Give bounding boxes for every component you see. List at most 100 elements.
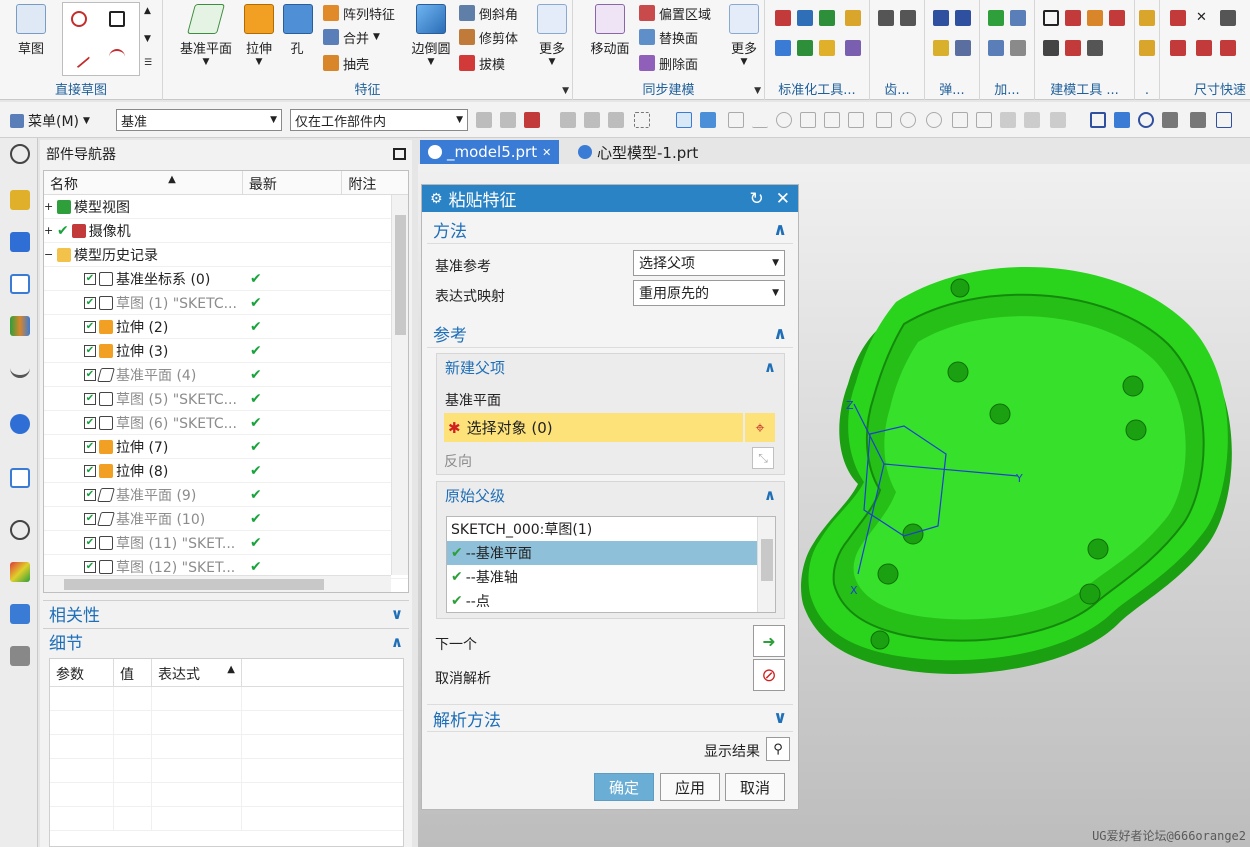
scroll-thumb[interactable] xyxy=(761,539,773,581)
tree-row-feature[interactable]: ✔ 基准平面 (4) ✔ xyxy=(44,363,408,387)
close-x-icon[interactable]: ✕ xyxy=(1196,10,1212,26)
visibility-checkbox[interactable]: ✔ xyxy=(84,416,96,429)
expr-map-select[interactable]: 重用原先的 ▼ xyxy=(633,280,785,306)
cancel-button[interactable]: 取消 xyxy=(725,773,785,801)
col-name-header[interactable]: 名称 ▲ xyxy=(44,171,243,194)
view-icon[interactable] xyxy=(1090,112,1106,128)
group-menu-arrow[interactable]: ▼ xyxy=(754,86,761,96)
filter-icon[interactable] xyxy=(584,112,600,128)
palette-icon[interactable] xyxy=(10,562,30,582)
visibility-checkbox[interactable]: ✔ xyxy=(84,344,96,357)
arc-icon[interactable] xyxy=(109,49,125,65)
info-icon[interactable] xyxy=(10,414,30,434)
spring-tool-icon[interactable] xyxy=(933,40,949,56)
list-item[interactable]: SKETCH_000:草图(1) xyxy=(447,517,775,541)
visible-check-icon[interactable]: ✔ xyxy=(57,223,69,239)
model-rim-notch[interactable] xyxy=(870,630,890,650)
tree-row-model-views[interactable]: + 模型视图 xyxy=(44,195,408,219)
tab-close-icon[interactable]: ✕ xyxy=(542,146,551,159)
role-icon[interactable] xyxy=(10,604,30,624)
spring-tool-icon[interactable] xyxy=(955,40,971,56)
select-icon[interactable] xyxy=(524,112,540,128)
extrude-button[interactable]: 拉伸 ▼ xyxy=(241,4,277,67)
snap-point-icon[interactable] xyxy=(926,112,942,128)
visibility-checkbox[interactable]: ✔ xyxy=(84,464,96,477)
col-param-header[interactable]: 参数 xyxy=(50,659,114,686)
tree-horizontal-scrollbar[interactable] xyxy=(44,575,391,592)
method-section-header[interactable]: 方法 ∧ xyxy=(427,216,793,244)
snap-point-icon[interactable] xyxy=(752,112,768,128)
tree-row-camera[interactable]: + ✔ 摄像机 xyxy=(44,219,408,243)
shell-button[interactable]: 抽壳 xyxy=(323,52,369,74)
std-tool-icon[interactable] xyxy=(775,40,791,56)
tree-row-feature[interactable]: ✔ 基准坐标系 (0) ✔ xyxy=(44,267,408,291)
col-value-header[interactable]: 值 xyxy=(114,659,152,686)
reference-section-header[interactable]: 参考 ∧ xyxy=(427,320,793,348)
draft-button[interactable]: 拔模 xyxy=(459,52,505,74)
type-filter-select[interactable]: 基准 ▼ xyxy=(116,109,282,131)
close-icon[interactable]: ✕ xyxy=(776,189,790,209)
visibility-checkbox[interactable]: ✔ xyxy=(84,488,96,501)
gallery-up-arrow[interactable]: ▲ xyxy=(144,6,151,16)
scroll-thumb[interactable] xyxy=(395,215,406,335)
rectangle-icon[interactable] xyxy=(109,11,125,27)
visibility-checkbox[interactable]: ✔ xyxy=(84,296,96,309)
dim-tool-icon[interactable] xyxy=(1170,10,1186,26)
add-tool-icon[interactable] xyxy=(1010,40,1026,56)
chamfer-button[interactable]: 倒斜角 xyxy=(459,2,518,24)
constraint-navigator-icon[interactable] xyxy=(10,232,30,252)
add-tool-icon[interactable] xyxy=(1010,10,1026,26)
gallery-more-arrow[interactable]: ☰ xyxy=(144,58,152,68)
dim-tool-icon[interactable] xyxy=(1196,40,1212,56)
dim-tool-icon[interactable] xyxy=(1220,10,1236,26)
snap-point-icon[interactable] xyxy=(848,112,864,128)
model-tool-icon[interactable] xyxy=(1087,10,1103,26)
snap-point-icon[interactable] xyxy=(900,112,916,128)
details-section-header[interactable]: 细节 ∧ xyxy=(43,628,409,654)
reverse-direction-button[interactable]: ⤡ xyxy=(752,447,774,469)
sketch-button[interactable]: 草图 xyxy=(8,4,54,57)
col-latest-header[interactable]: 最新 xyxy=(243,171,343,194)
trim-body-button[interactable]: 修剪体 xyxy=(459,26,518,48)
model-boss[interactable] xyxy=(1122,375,1144,397)
snap-point-icon[interactable] xyxy=(1000,112,1016,128)
tab-heart-model[interactable]: 心型模型-1.prt xyxy=(570,140,706,164)
part-navigator-icon[interactable] xyxy=(10,274,30,294)
col-note-header[interactable]: 附注 xyxy=(342,171,408,194)
model-boss[interactable] xyxy=(877,563,899,585)
move-face-button[interactable]: 移动面 xyxy=(587,4,633,57)
more-features-button[interactable]: 更多 ▼ xyxy=(535,4,569,67)
misc-tool-icon[interactable] xyxy=(1139,40,1155,56)
datum-plane-button[interactable]: 基准平面 ▼ xyxy=(175,4,237,67)
sketch-curve-gallery[interactable] xyxy=(62,2,140,76)
box-select-icon[interactable] xyxy=(634,112,650,128)
list-item[interactable]: ✔ --基准轴 xyxy=(447,565,775,589)
model-tool-icon[interactable] xyxy=(1065,40,1081,56)
model-boss[interactable] xyxy=(989,403,1011,425)
settings-gear-icon[interactable] xyxy=(10,144,30,164)
model-boss[interactable] xyxy=(1125,419,1147,441)
original-parent-header[interactable]: 原始父级 ∧ xyxy=(437,482,784,508)
tree-row-feature[interactable]: ✔ 基准平面 (10) ✔ xyxy=(44,507,408,531)
col-expression-header[interactable]: 表达式 ▲ xyxy=(152,659,242,686)
group-menu-arrow[interactable]: ▼ xyxy=(562,86,569,96)
add-tool-icon[interactable] xyxy=(988,10,1004,26)
spring-tool-icon[interactable] xyxy=(955,10,971,26)
view-icon[interactable] xyxy=(1190,112,1206,128)
tree-vertical-scrollbar[interactable] xyxy=(391,195,408,575)
snap-point-icon[interactable] xyxy=(776,112,792,128)
unite-button[interactable]: 合并 ▼ xyxy=(323,26,380,48)
model-tool-icon[interactable] xyxy=(1109,10,1125,26)
resolve-method-section-header[interactable]: 解析方法 ∨ xyxy=(427,704,793,732)
line-icon[interactable] xyxy=(67,45,91,69)
misc-tool-icon[interactable] xyxy=(1139,10,1155,26)
add-tool-icon[interactable] xyxy=(988,40,1004,56)
system-scene-icon[interactable] xyxy=(10,646,30,666)
replace-face-button[interactable]: 替换面 xyxy=(639,26,698,48)
datum-ref-select[interactable]: 选择父项 ▼ xyxy=(633,250,785,276)
std-tool-icon[interactable] xyxy=(819,10,835,26)
expand-icon[interactable]: + xyxy=(44,200,54,213)
show-result-button[interactable]: ⚲ xyxy=(766,737,790,761)
selection-scope-select[interactable]: 仅在工作部件内 ▼ xyxy=(290,109,468,131)
apply-button[interactable]: 应用 xyxy=(660,773,720,801)
